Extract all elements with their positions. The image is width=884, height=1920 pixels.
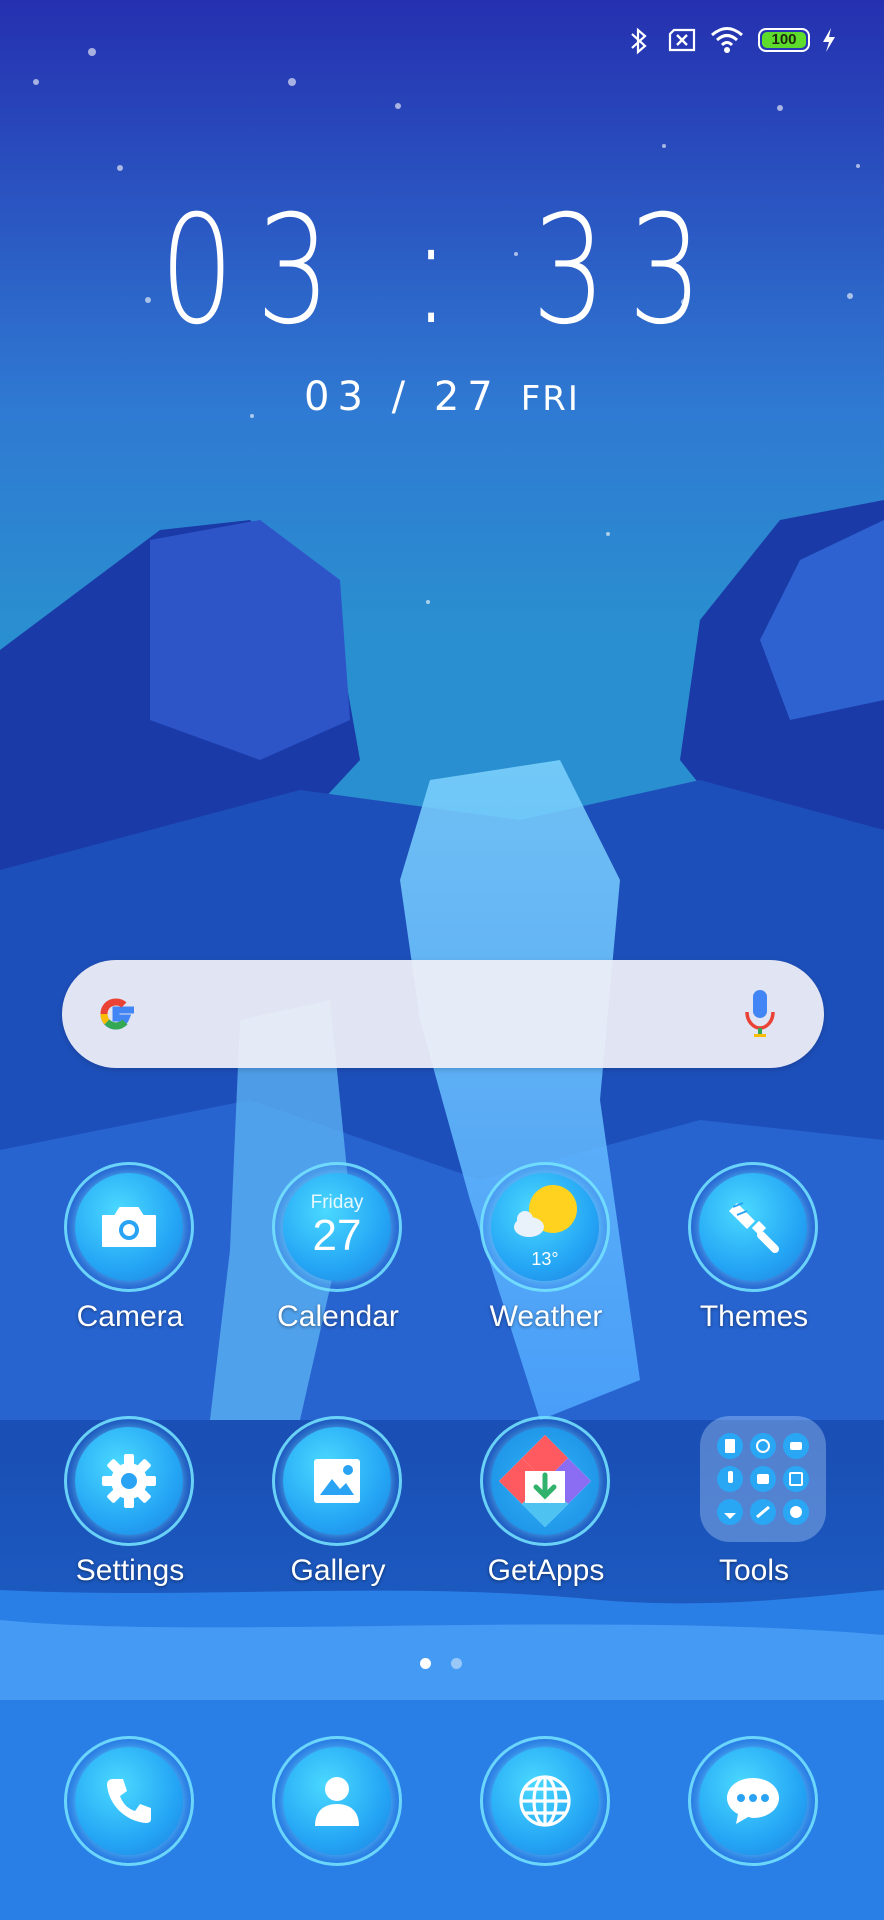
app-label: Settings: [75, 1554, 185, 1587]
app-label: Weather: [489, 1300, 603, 1333]
dock-messages[interactable]: [664, 1736, 844, 1920]
charging-icon: [823, 28, 835, 52]
browser-globe-icon: [491, 1747, 599, 1855]
clock-date[interactable]: 03 / 27 FRI: [0, 374, 884, 420]
dock-contacts[interactable]: [248, 1736, 428, 1920]
app-tools-folder[interactable]: Tools: [664, 1416, 844, 1626]
status-bar: 100: [0, 0, 884, 80]
bluetooth-icon: [631, 27, 647, 55]
getapps-icon: [491, 1427, 599, 1535]
image-icon: [283, 1427, 391, 1535]
phone-icon: [75, 1747, 183, 1855]
app-label: Camera: [76, 1300, 184, 1333]
date-text: 03 / 27: [304, 374, 501, 420]
app-label: Gallery: [290, 1554, 386, 1587]
messages-icon: [699, 1747, 807, 1855]
app-label: Tools: [718, 1554, 790, 1587]
camera-icon: [75, 1173, 183, 1281]
app-label: GetApps: [487, 1554, 605, 1587]
weather-icon: 13°: [491, 1173, 599, 1281]
wifi-icon: [711, 27, 743, 53]
dock-browser[interactable]: [456, 1736, 636, 1920]
home-screen: 100 03 : 33 03 / 27 FRI Camera Friday 27…: [0, 0, 884, 1920]
contacts-icon: [283, 1747, 391, 1855]
app-themes[interactable]: Themes: [664, 1162, 844, 1372]
clock-time[interactable]: 03 : 33: [97, 196, 787, 346]
dock-phone[interactable]: [40, 1736, 220, 1920]
app-weather[interactable]: 13° Weather: [456, 1162, 636, 1372]
app-gallery[interactable]: Gallery: [248, 1416, 428, 1626]
app-calendar[interactable]: Friday 27 Calendar: [248, 1162, 428, 1372]
weekday-text: FRI: [520, 379, 580, 419]
page-indicator-dot-active: [420, 1658, 431, 1669]
calendar-day-number: 27: [312, 1211, 362, 1260]
app-camera[interactable]: Camera: [40, 1162, 220, 1372]
battery-level: 100: [771, 31, 797, 48]
page-indicator-dot: [451, 1658, 462, 1669]
google-g-icon: [100, 998, 134, 1030]
no-sim-icon: [668, 28, 696, 52]
app-label: Themes: [699, 1300, 809, 1333]
weather-temperature: 13°: [531, 1249, 559, 1269]
app-label: Calendar: [277, 1300, 399, 1333]
app-getapps[interactable]: GetApps: [456, 1416, 636, 1626]
microphone-icon[interactable]: [742, 988, 778, 1040]
paintbrush-icon: [699, 1173, 807, 1281]
battery-icon: 100: [758, 28, 810, 52]
google-search-bar[interactable]: [62, 960, 824, 1068]
folder-icon: [700, 1416, 826, 1542]
gear-icon: [75, 1427, 183, 1535]
calendar-icon: Friday 27: [283, 1173, 391, 1281]
app-settings[interactable]: Settings: [40, 1416, 220, 1626]
